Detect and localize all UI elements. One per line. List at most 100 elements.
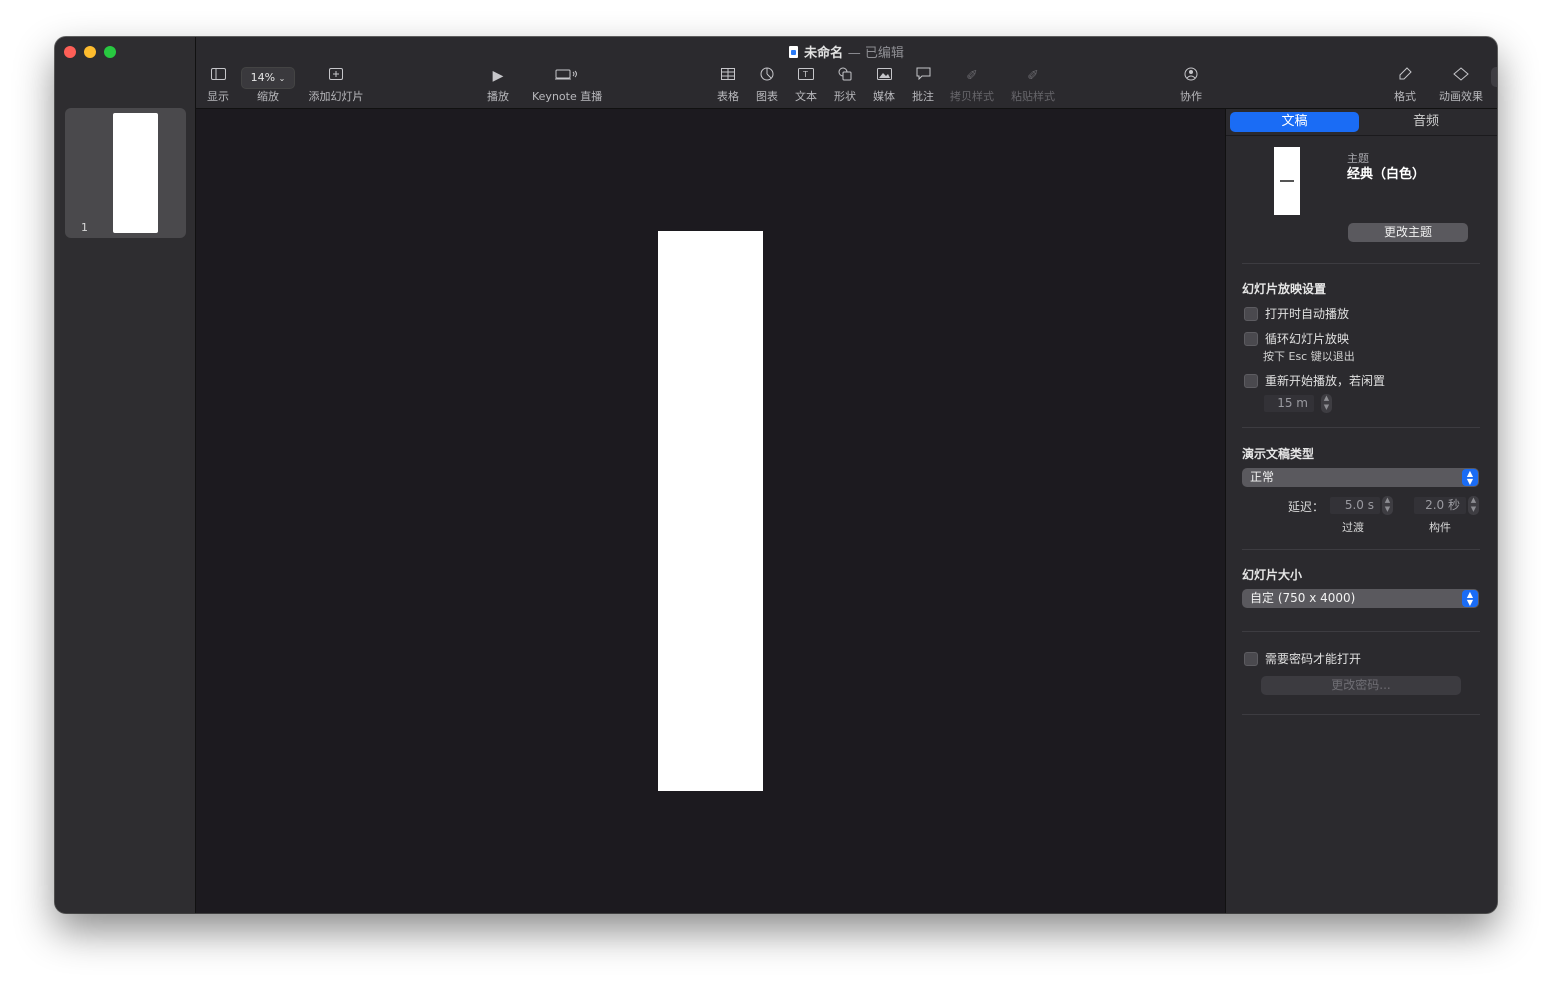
- fullscreen-button[interactable]: [104, 46, 116, 58]
- media-label: 媒体: [873, 90, 895, 103]
- divider: [1242, 714, 1480, 715]
- plus-square-icon: [306, 67, 366, 85]
- chart-button[interactable]: 图表: [752, 67, 782, 104]
- text-button[interactable]: T 文本: [791, 67, 821, 104]
- theme-name: 经典（白色）: [1347, 167, 1426, 182]
- build-delay-field[interactable]: 2.0 秒: [1414, 497, 1466, 514]
- delay-label: 延迟：: [1288, 500, 1325, 514]
- comment-button[interactable]: 批注: [908, 67, 938, 104]
- restart-idle-option[interactable]: 重新开始播放，若闲置: [1244, 372, 1385, 389]
- require-password-option[interactable]: 需要密码才能打开: [1244, 650, 1361, 667]
- keynote-live-button[interactable]: Keynote 直播: [532, 67, 602, 104]
- restart-idle-checkbox[interactable]: [1244, 374, 1258, 388]
- slide-size-value: 自定 (750 x 4000): [1250, 591, 1356, 605]
- chart-icon: [752, 67, 782, 85]
- tab-audio[interactable]: 音频: [1361, 112, 1491, 132]
- document-label: 文稿: [1490, 88, 1497, 104]
- slideshow-settings-title: 幻灯片放映设置: [1242, 282, 1327, 296]
- slide-canvas[interactable]: [196, 109, 1225, 913]
- paste-style-label: 粘贴样式: [1011, 90, 1055, 103]
- table-icon: [713, 67, 743, 85]
- idle-time-field[interactable]: 15 m: [1264, 395, 1314, 412]
- presentation-type-value: 正常: [1250, 470, 1275, 484]
- autoplay-checkbox[interactable]: [1244, 307, 1258, 321]
- close-button[interactable]: [64, 46, 76, 58]
- zoom-control[interactable]: 14% ⌄ 缩放: [240, 67, 296, 104]
- view-label: 显示: [207, 90, 229, 103]
- change-theme-button[interactable]: 更改主题: [1348, 223, 1468, 242]
- slide-size-title: 幻灯片大小: [1242, 568, 1303, 582]
- shape-button[interactable]: 形状: [830, 67, 860, 104]
- tab-divider: [1226, 135, 1497, 136]
- transition-delay-stepper[interactable]: ▲ ▼: [1382, 496, 1393, 515]
- inspector-tabs: 文稿 音频: [1230, 112, 1492, 132]
- minimize-button[interactable]: [84, 46, 96, 58]
- zoom-select[interactable]: 14% ⌄: [241, 67, 295, 89]
- autoplay-option[interactable]: 打开时自动播放: [1244, 305, 1349, 322]
- slide-navigator: 1: [55, 37, 196, 913]
- media-button[interactable]: 媒体: [869, 67, 899, 104]
- slide-size-select[interactable]: 自定 (750 x 4000) ▲ ▼: [1242, 589, 1479, 608]
- table-button[interactable]: 表格: [713, 67, 743, 104]
- edited-status: — 已编辑: [847, 46, 904, 61]
- table-label: 表格: [717, 90, 739, 103]
- brush-icon: ✐: [966, 68, 978, 84]
- copy-style-button[interactable]: ✐ 拷贝样式: [948, 67, 996, 104]
- build-delay-stepper[interactable]: ▲ ▼: [1468, 496, 1479, 515]
- document-icon: [789, 46, 799, 58]
- collaborate-icon: [1176, 67, 1206, 85]
- autoplay-label: 打开时自动播放: [1265, 307, 1350, 321]
- slide-thumbnail-image: [113, 113, 158, 233]
- diamond-icon: [1436, 67, 1486, 85]
- collaborate-button[interactable]: 协作: [1176, 67, 1206, 104]
- shape-icon: [830, 67, 860, 85]
- transition-delay-field[interactable]: 5.0 s: [1330, 497, 1380, 514]
- shape-label: 形状: [834, 90, 856, 103]
- sidebar-icon: [204, 67, 232, 85]
- chart-label: 图表: [756, 90, 778, 103]
- chevron-down-icon: ⌄: [278, 74, 286, 83]
- format-button[interactable]: 格式: [1390, 67, 1420, 104]
- idle-time-stepper[interactable]: ▲ ▼: [1321, 394, 1332, 413]
- toolbar: 未命名 — 已编辑 显示 14% ⌄ 缩放 添加幻灯片 ▶ 播放 Keynote…: [196, 37, 1497, 109]
- loop-checkbox[interactable]: [1244, 332, 1258, 346]
- view-button[interactable]: 显示: [204, 67, 232, 104]
- comment-label: 批注: [912, 90, 934, 103]
- divider: [1242, 631, 1480, 632]
- animate-label: 动画效果: [1439, 90, 1483, 103]
- image-icon: [869, 67, 899, 85]
- play-icon: ▶: [492, 68, 504, 84]
- document-button-wrap: [1490, 67, 1497, 87]
- change-password-button[interactable]: 更改密码...: [1261, 676, 1461, 695]
- keynote-live-label: Keynote 直播: [532, 90, 603, 103]
- paste-style-button[interactable]: ✐ 粘贴样式: [1009, 67, 1057, 104]
- presentation-type-select[interactable]: 正常 ▲ ▼: [1242, 468, 1479, 487]
- document-icon: [1491, 67, 1497, 87]
- slide-thumbnail-selected[interactable]: 1: [65, 108, 186, 238]
- add-slide-button[interactable]: 添加幻灯片: [306, 67, 366, 104]
- add-slide-label: 添加幻灯片: [308, 90, 364, 103]
- paintbrush-icon: [1390, 67, 1420, 85]
- window-title: 未命名 — 已编辑: [196, 42, 1497, 61]
- comment-icon: [908, 67, 938, 85]
- play-button[interactable]: ▶ 播放: [483, 67, 513, 104]
- loop-option[interactable]: 循环幻灯片放映: [1244, 330, 1349, 347]
- document-inspector-button[interactable]: 文稿: [1490, 67, 1497, 104]
- zoom-value: 14%: [250, 71, 276, 84]
- animate-button[interactable]: 动画效果: [1436, 67, 1486, 104]
- tab-document[interactable]: 文稿: [1230, 112, 1359, 132]
- format-label: 格式: [1394, 90, 1416, 103]
- text-label: 文本: [795, 90, 817, 103]
- copy-style-label: 拷贝样式: [950, 90, 994, 103]
- keynote-window: 1 未命名 — 已编辑 显示 14% ⌄ 缩放 添加幻灯片 ▶ 播放 Keyno…: [55, 37, 1497, 913]
- presentation-type-title: 演示文稿类型: [1242, 447, 1315, 461]
- loop-label: 循环幻灯片放映: [1265, 332, 1350, 346]
- require-password-label: 需要密码才能打开: [1265, 652, 1362, 666]
- select-arrows-icon: ▲ ▼: [1462, 469, 1478, 486]
- document-inspector: 文稿 音频 主题 经典（白色） 更改主题 幻灯片放映设置 打开时自动播放 循环幻…: [1225, 109, 1497, 913]
- theme-thumbnail: [1274, 147, 1300, 215]
- transition-label: 过渡: [1342, 521, 1364, 534]
- require-password-checkbox[interactable]: [1244, 652, 1258, 666]
- svg-text:T: T: [802, 70, 808, 79]
- current-slide[interactable]: [658, 231, 763, 791]
